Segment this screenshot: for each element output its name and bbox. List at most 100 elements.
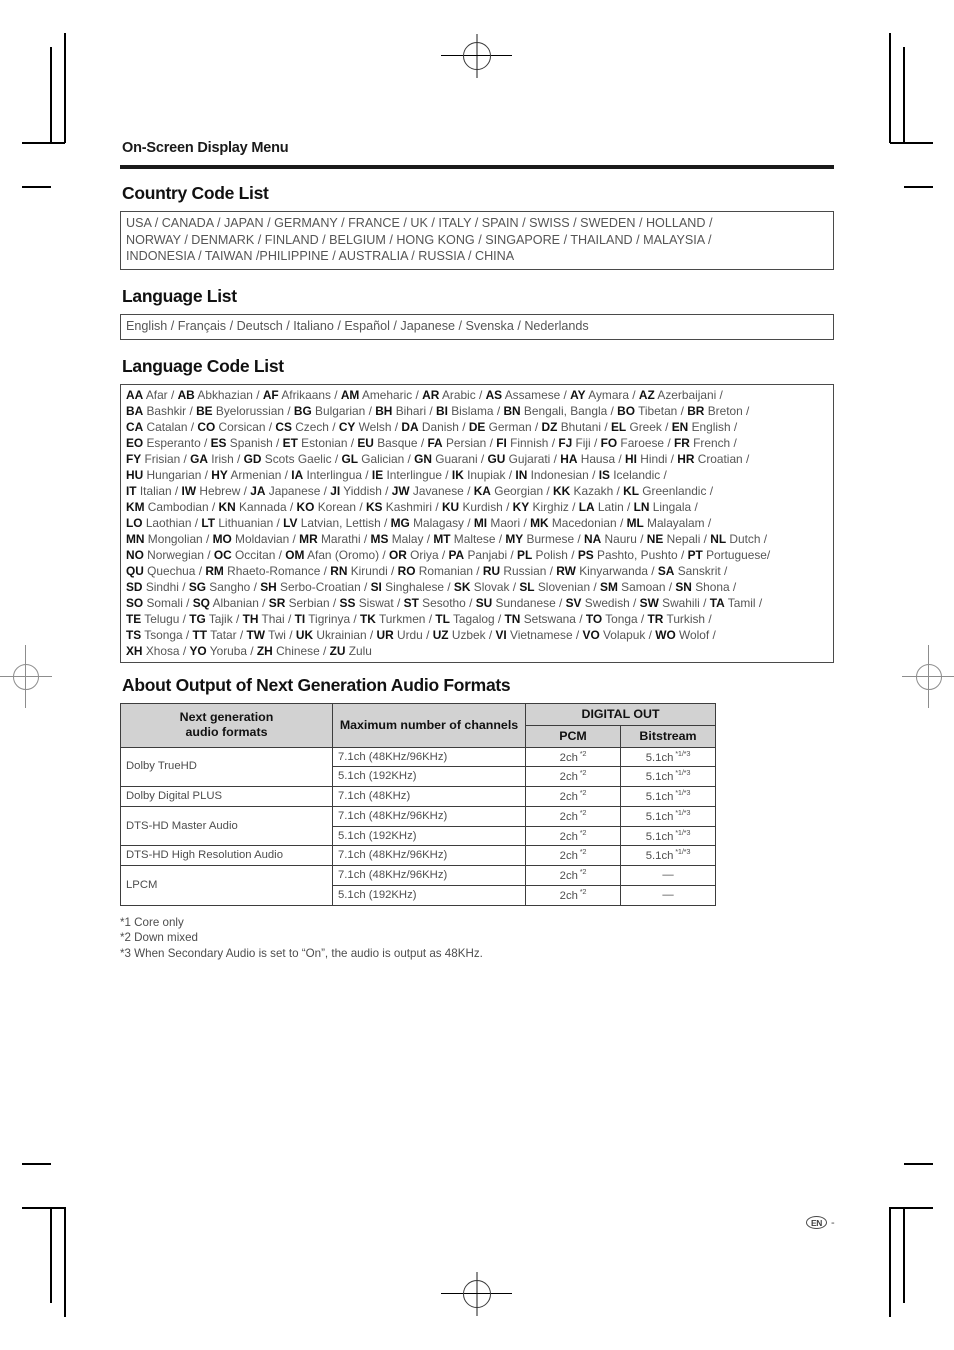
crop-mark-bottom-left-outer-h [22,1207,65,1209]
cell-bitstream: — [619,865,717,886]
country-code-line: NORWAY / DENMARK / FINLAND / BELGIUM / H… [126,232,712,247]
column-header-formats-line1: Next generation [179,710,274,725]
footnote: *2 Down mixed [120,931,198,945]
cell-bitstream-footnote-ref: *1/*3 [673,827,691,837]
crop-mark-top-right-outer-h [890,142,933,144]
cell-pcm-value: 2ch [559,830,578,843]
cell-bitstream: 5.1ch *1/*3 [619,805,717,827]
cell-pcm: 2ch *2 [525,786,621,807]
language-code-line: NO Norwegian / OC Occitan / OM Afan (Oro… [126,547,771,562]
column-header-digital-out: DIGITAL OUT [524,702,717,726]
language-code-line: HU Hungarian / HY Armenian / IA Interlin… [126,467,667,482]
crop-mark-top-left-inner-h [22,186,51,188]
crop-mark-top-right-outer-v [889,33,891,143]
cell-pcm-footnote-ref: *2 [577,788,587,798]
crop-mark-top-right-inner-h [904,186,933,188]
registration-mark-bottom-circle [463,1280,491,1308]
cell-format-name: LPCM [120,865,333,906]
crop-mark-bottom-right-inner-h [904,1163,933,1165]
cell-pcm-footnote-ref: *2 [577,886,587,896]
cell-pcm: 2ch *2 [525,805,621,827]
registration-mark-right-circle [916,664,942,690]
footnote: *1 Core only [120,915,184,929]
cell-bitstream-value: 5.1ch [645,830,674,843]
cell-pcm-footnote-ref: *2 [577,807,587,817]
table-row: DTS-HD High Resolution Audio 7.1ch (48KHz… [120,845,717,867]
page-title-country-code-list: Country Code List [122,183,269,203]
cell-format-name: DTS-HD High Resolution Audio [120,845,333,867]
cell-pcm-value: 2ch [559,869,578,882]
cell-bitstream: — [619,884,717,906]
language-badge-en: EN [806,1216,827,1229]
language-list-line: English / Français / Deutsch / Italiano … [126,319,589,334]
cell-bitstream-value: 5.1ch [645,850,674,863]
language-code-list-box: AA Afar / AB Abkhazian / AF Afrikaans / … [120,383,834,663]
cell-max-channels: 7.1ch (48KHz) [332,786,526,807]
cell-pcm-footnote-ref: *2 [577,768,587,778]
crop-mark-bottom-right-outer-v [889,1207,891,1317]
cell-max-channels: 5.1ch (192KHz) [332,766,526,788]
language-code-line: LO Laothian / LT Lithuanian / LV Latvian… [126,515,712,530]
language-code-line: CA Catalan / CO Corsican / CS Czech / CY… [126,419,738,434]
crop-mark-top-left-inner-v [50,47,52,143]
table-head: Next generation audio formats Maximum nu… [120,702,717,748]
cell-bitstream: 5.1ch *1/*3 [619,766,717,788]
cell-bitstream-value: 5.1ch [645,790,674,803]
crop-mark-bottom-right-outer-h [890,1207,933,1209]
crop-mark-bottom-left-inner-v [50,1207,52,1303]
cell-pcm-value: 2ch [559,790,578,803]
table-header-row-1: Next generation audio formats Maximum nu… [120,702,717,748]
cell-pcm-value: 2ch [559,771,578,784]
language-code-line: XH Xhosa / YO Yoruba / ZH Chinese / ZU Z… [126,643,372,658]
footer-language-badge: EN - [806,1216,835,1229]
language-code-line: KM Cambodian / KN Kannada / KO Korean / … [126,499,698,514]
crop-mark-top-left-outer-v [64,33,66,143]
language-code-line: SO Somali / SQ Albanian / SR Serbian / S… [126,595,763,610]
cell-pcm: 2ch *2 [525,825,621,847]
registration-mark-top-circle [463,42,491,70]
table-row: Dolby Digital PLUS 7.1ch (48KHz) 2ch *2 5.1… [120,786,717,807]
running-head: On-Screen Display Menu [122,140,289,156]
language-code-line: TE Telugu / TG Tajik / TH Thai / TI Tigr… [126,611,712,626]
page-content: On-Screen Display Menu Country Code List… [120,140,834,962]
table-row: LPCM 7.1ch (48KHz/96KHz) 2ch *2— [120,865,717,906]
language-list-box: English / Français / Deutsch / Italiano … [120,314,834,340]
cell-bitstream-value: 5.1ch [645,751,674,764]
column-header-channels: Maximum number of channels [332,702,526,748]
cell-max-channels: 7.1ch (48KHz/96KHz) [332,746,526,768]
cell-pcm: 2ch *2 [525,766,621,788]
language-code-line: TS Tsonga / TT Tatar / TW Twi / UK Ukrai… [126,627,716,642]
cell-bitstream-footnote-ref: *1/*3 [673,788,691,798]
language-code-line: MN Mongolian / MO Moldavian / MR Marathi… [126,531,768,546]
cell-pcm-footnote-ref: *2 [577,867,587,877]
page-title-language-code-list: Language Code List [122,355,284,376]
cell-bitstream: 5.1ch *1/*3 [619,825,717,847]
column-header-bitstream: Bitstream [619,724,717,748]
footnote: *3 When Secondary Audio is set to “On”, … [120,947,483,961]
audio-table-footnotes: *1 Core only *2 Down mixed *3 When Seconda… [120,915,834,962]
cell-max-channels: 7.1ch (48KHz/96KHz) [332,865,526,886]
cell-bitstream: 5.1ch *1/*3 [619,786,717,807]
audio-formats-section: About Output of Next Generation Audio Fo… [120,675,834,962]
cell-pcm-footnote-ref: *2 [577,847,587,857]
cell-pcm-value: 2ch [559,889,578,902]
cell-pcm: 2ch *2 [525,746,621,768]
language-code-line: EO Esperanto / ES Spanish / ET Estonian … [126,435,737,450]
page-number-dash: - [831,1216,835,1229]
cell-format-name: Dolby TrueHD [120,746,333,788]
crop-mark-bottom-right-inner-v [903,1207,905,1303]
cell-format-name: Dolby Digital PLUS [120,786,333,807]
language-code-line: IT Italian / IW Hebrew / JA Japanese / J… [126,483,713,498]
crop-mark-bottom-left-inner-h [22,1163,51,1165]
country-code-list-box: USA / CANADA / JAPAN / GERMANY / FRANCE … [120,211,834,271]
table-row: Dolby TrueHD 7.1ch (48KHz/96KHz) 2ch *2 5.1… [120,746,717,788]
cell-pcm: 2ch *2 [525,865,621,886]
country-code-line: USA / CANADA / JAPAN / GERMANY / FRANCE … [126,216,713,230]
cell-max-channels: 5.1ch (192KHz) [332,884,526,906]
country-code-line: INDONESIA / TAIWAN /PHILIPPINE / AUSTRAL… [126,249,515,264]
cell-pcm-value: 2ch [559,850,578,863]
column-header-formats-line2: audio formats [185,725,268,740]
language-code-line: FY Frisian / GA Irish / GD Scots Gaelic … [126,451,750,466]
cell-pcm: 2ch *2 [525,845,621,867]
cell-pcm-footnote-ref: *2 [577,748,587,758]
